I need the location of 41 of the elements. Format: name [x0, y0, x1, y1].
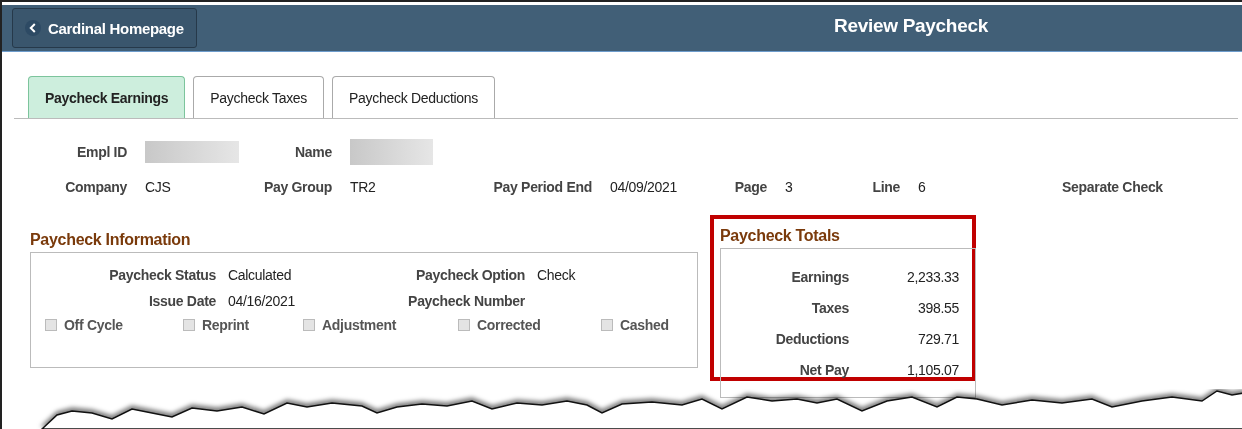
section-title: Paycheck Totals	[720, 226, 841, 246]
tab[interactable]: Paycheck Taxes	[193, 76, 325, 118]
field-label: Issue Date	[147, 293, 216, 309]
total-label: Taxes	[810, 299, 849, 316]
checkbox-label: Off Cycle	[64, 317, 123, 333]
back-icon	[25, 20, 41, 36]
field-label: Paycheck Option	[414, 267, 525, 283]
field-label: Pay Group	[262, 179, 332, 195]
tab[interactable]: Paycheck Earnings	[28, 76, 186, 118]
field-label: Separate Check	[1062, 179, 1164, 195]
total-label: Net Pay	[798, 361, 849, 378]
field-value: 04/16/2021	[228, 293, 297, 309]
field-value: TR2	[350, 179, 377, 195]
section-title: Paycheck Information	[30, 230, 192, 250]
field-label: Pay Period End	[492, 179, 592, 195]
field-value: Check	[537, 267, 577, 283]
total-label: Earnings	[790, 268, 849, 285]
field-label: Line	[871, 179, 900, 195]
page-title: Review Paycheck	[834, 15, 988, 37]
field-value: 04/09/2021	[610, 179, 679, 195]
field-label: Company	[64, 179, 127, 195]
tab[interactable]: Paycheck Deductions	[332, 76, 495, 118]
field-value: CJS	[145, 179, 172, 195]
total-value: 2,233.33	[905, 268, 959, 285]
total-value: 729.71	[916, 330, 959, 347]
total-value: 398.55	[916, 299, 959, 316]
checkbox-label: Cashed	[620, 317, 669, 333]
field-label: Paycheck Number	[407, 293, 525, 309]
back-button[interactable]: Cardinal Homepage	[12, 8, 197, 48]
total-label: Deductions	[774, 330, 849, 347]
field-label: Empl ID	[75, 144, 127, 160]
field-value: 3	[785, 179, 794, 195]
total-value: 1,105.07	[905, 361, 959, 378]
field-value: Calculated	[228, 267, 293, 283]
field-value: 6	[918, 179, 927, 195]
field-label: Page	[733, 179, 767, 195]
checkbox-label: Corrected	[477, 317, 541, 333]
field-label: Paycheck Status	[108, 267, 216, 283]
field-label: Name	[294, 144, 332, 160]
checkbox-label: Adjustment	[322, 317, 396, 333]
checkbox-label: Reprint	[202, 317, 249, 333]
